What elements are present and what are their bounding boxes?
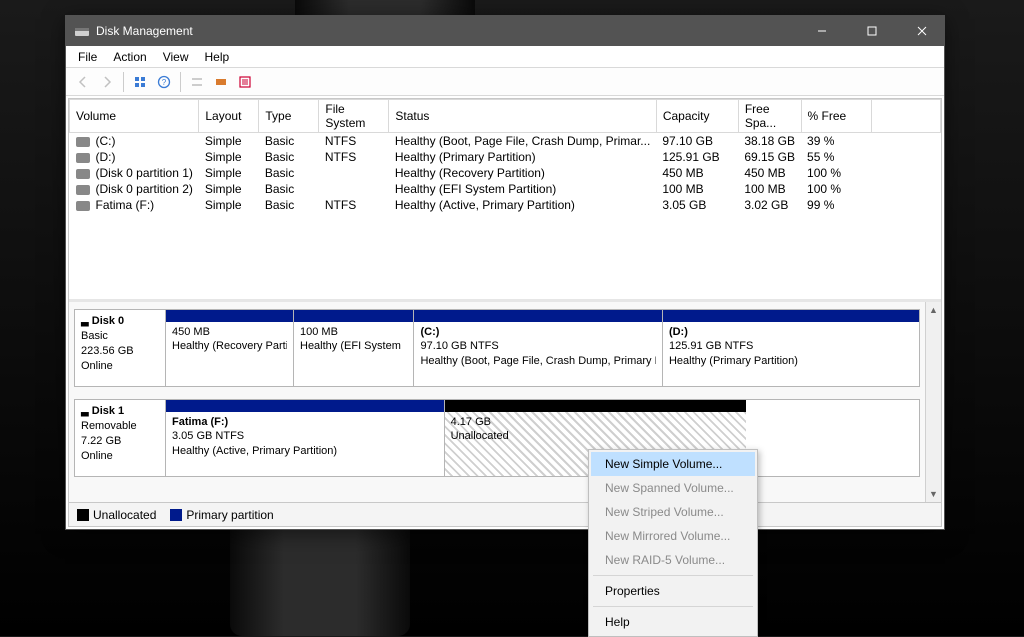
col-capacity[interactable]: Capacity bbox=[656, 100, 738, 133]
menu-action[interactable]: Action bbox=[107, 48, 152, 66]
col-empty[interactable] bbox=[871, 100, 940, 133]
vertical-scrollbar[interactable]: ▲ ▼ bbox=[925, 302, 941, 502]
volume-icon bbox=[76, 201, 90, 211]
volume-icon bbox=[76, 153, 90, 163]
graphical-pane: ▃ Disk 0Basic223.56 GBOnline450 MBHealth… bbox=[69, 302, 941, 502]
menu-new-mirrored-volume: New Mirrored Volume... bbox=[591, 524, 755, 548]
disk-graph: Fatima (F:)3.05 GB NTFSHealthy (Active, … bbox=[166, 399, 920, 477]
disk-label[interactable]: ▃ Disk 1Removable7.22 GBOnline bbox=[74, 399, 166, 477]
disk-row: ▃ Disk 0Basic223.56 GBOnline450 MBHealth… bbox=[74, 309, 920, 387]
svg-text:?: ? bbox=[162, 78, 167, 87]
menu-view[interactable]: View bbox=[157, 48, 195, 66]
menu-help[interactable]: Help bbox=[199, 48, 236, 66]
volume-icon bbox=[76, 169, 90, 179]
properties-button[interactable] bbox=[234, 71, 256, 93]
col-filesystem[interactable]: File System bbox=[319, 100, 389, 133]
menu-new-striped-volume: New Striped Volume... bbox=[591, 500, 755, 524]
help-button[interactable]: ? bbox=[153, 71, 175, 93]
col-layout[interactable]: Layout bbox=[199, 100, 259, 133]
volume-icon bbox=[76, 185, 90, 195]
refresh-button[interactable] bbox=[129, 71, 151, 93]
volume-row[interactable]: (Disk 0 partition 2)SimpleBasicHealthy (… bbox=[70, 181, 941, 197]
volume-row[interactable]: Fatima (F:)SimpleBasicNTFSHealthy (Activ… bbox=[70, 197, 941, 213]
legend: Unallocated Primary partition bbox=[69, 502, 941, 526]
context-menu: New Simple Volume... New Spanned Volume.… bbox=[588, 449, 758, 637]
partition-primary[interactable]: (C:)97.10 GB NTFSHealthy (Boot, Page Fil… bbox=[414, 310, 662, 386]
volume-icon bbox=[76, 137, 90, 147]
col-free[interactable]: Free Spa... bbox=[738, 100, 801, 133]
forward-button[interactable] bbox=[96, 71, 118, 93]
close-button[interactable] bbox=[900, 16, 944, 46]
legend-primary: Primary partition bbox=[170, 508, 273, 522]
legend-unallocated: Unallocated bbox=[77, 508, 156, 522]
partition-primary[interactable]: Fatima (F:)3.05 GB NTFSHealthy (Active, … bbox=[166, 400, 445, 476]
col-status[interactable]: Status bbox=[389, 100, 656, 133]
menu-file[interactable]: File bbox=[72, 48, 103, 66]
menu-help[interactable]: Help bbox=[591, 610, 755, 634]
disk-label[interactable]: ▃ Disk 0Basic223.56 GBOnline bbox=[74, 309, 166, 387]
minimize-button[interactable] bbox=[800, 16, 844, 46]
partition-primary[interactable]: 100 MBHealthy (EFI System bbox=[294, 310, 414, 386]
action-button[interactable] bbox=[210, 71, 232, 93]
col-volume[interactable]: Volume bbox=[70, 100, 199, 133]
app-icon bbox=[74, 23, 90, 39]
menu-properties[interactable]: Properties bbox=[591, 579, 755, 603]
disk-management-window: Disk Management File Action View Help ? … bbox=[65, 15, 945, 530]
back-button[interactable] bbox=[72, 71, 94, 93]
menu-new-simple-volume[interactable]: New Simple Volume... bbox=[591, 452, 755, 476]
volume-row[interactable]: (C:)SimpleBasicNTFSHealthy (Boot, Page F… bbox=[70, 133, 941, 150]
volume-list-pane[interactable]: Volume Layout Type File System Status Ca… bbox=[69, 99, 941, 302]
volume-row[interactable]: (D:)SimpleBasicNTFSHealthy (Primary Part… bbox=[70, 149, 941, 165]
partition-primary[interactable]: 450 MBHealthy (Recovery Partition) bbox=[166, 310, 294, 386]
menubar: File Action View Help bbox=[66, 46, 944, 68]
settings-button[interactable] bbox=[186, 71, 208, 93]
window-title: Disk Management bbox=[96, 24, 193, 38]
toolbar: ? bbox=[66, 68, 944, 96]
disk-row: ▃ Disk 1Removable7.22 GBOnlineFatima (F:… bbox=[74, 399, 920, 477]
maximize-button[interactable] bbox=[850, 16, 894, 46]
scroll-up-icon[interactable]: ▲ bbox=[926, 302, 941, 318]
volume-table[interactable]: Volume Layout Type File System Status Ca… bbox=[69, 99, 941, 213]
partition-primary[interactable]: (D:)125.91 GB NTFSHealthy (Primary Parti… bbox=[663, 310, 919, 386]
titlebar[interactable]: Disk Management bbox=[66, 16, 944, 46]
volume-row[interactable]: (Disk 0 partition 1)SimpleBasicHealthy (… bbox=[70, 165, 941, 181]
scroll-down-icon[interactable]: ▼ bbox=[926, 486, 941, 502]
col-pctfree[interactable]: % Free bbox=[801, 100, 871, 133]
menu-new-raid5-volume: New RAID-5 Volume... bbox=[591, 548, 755, 572]
col-type[interactable]: Type bbox=[259, 100, 319, 133]
disk-graph: 450 MBHealthy (Recovery Partition)100 MB… bbox=[166, 309, 920, 387]
menu-new-spanned-volume: New Spanned Volume... bbox=[591, 476, 755, 500]
